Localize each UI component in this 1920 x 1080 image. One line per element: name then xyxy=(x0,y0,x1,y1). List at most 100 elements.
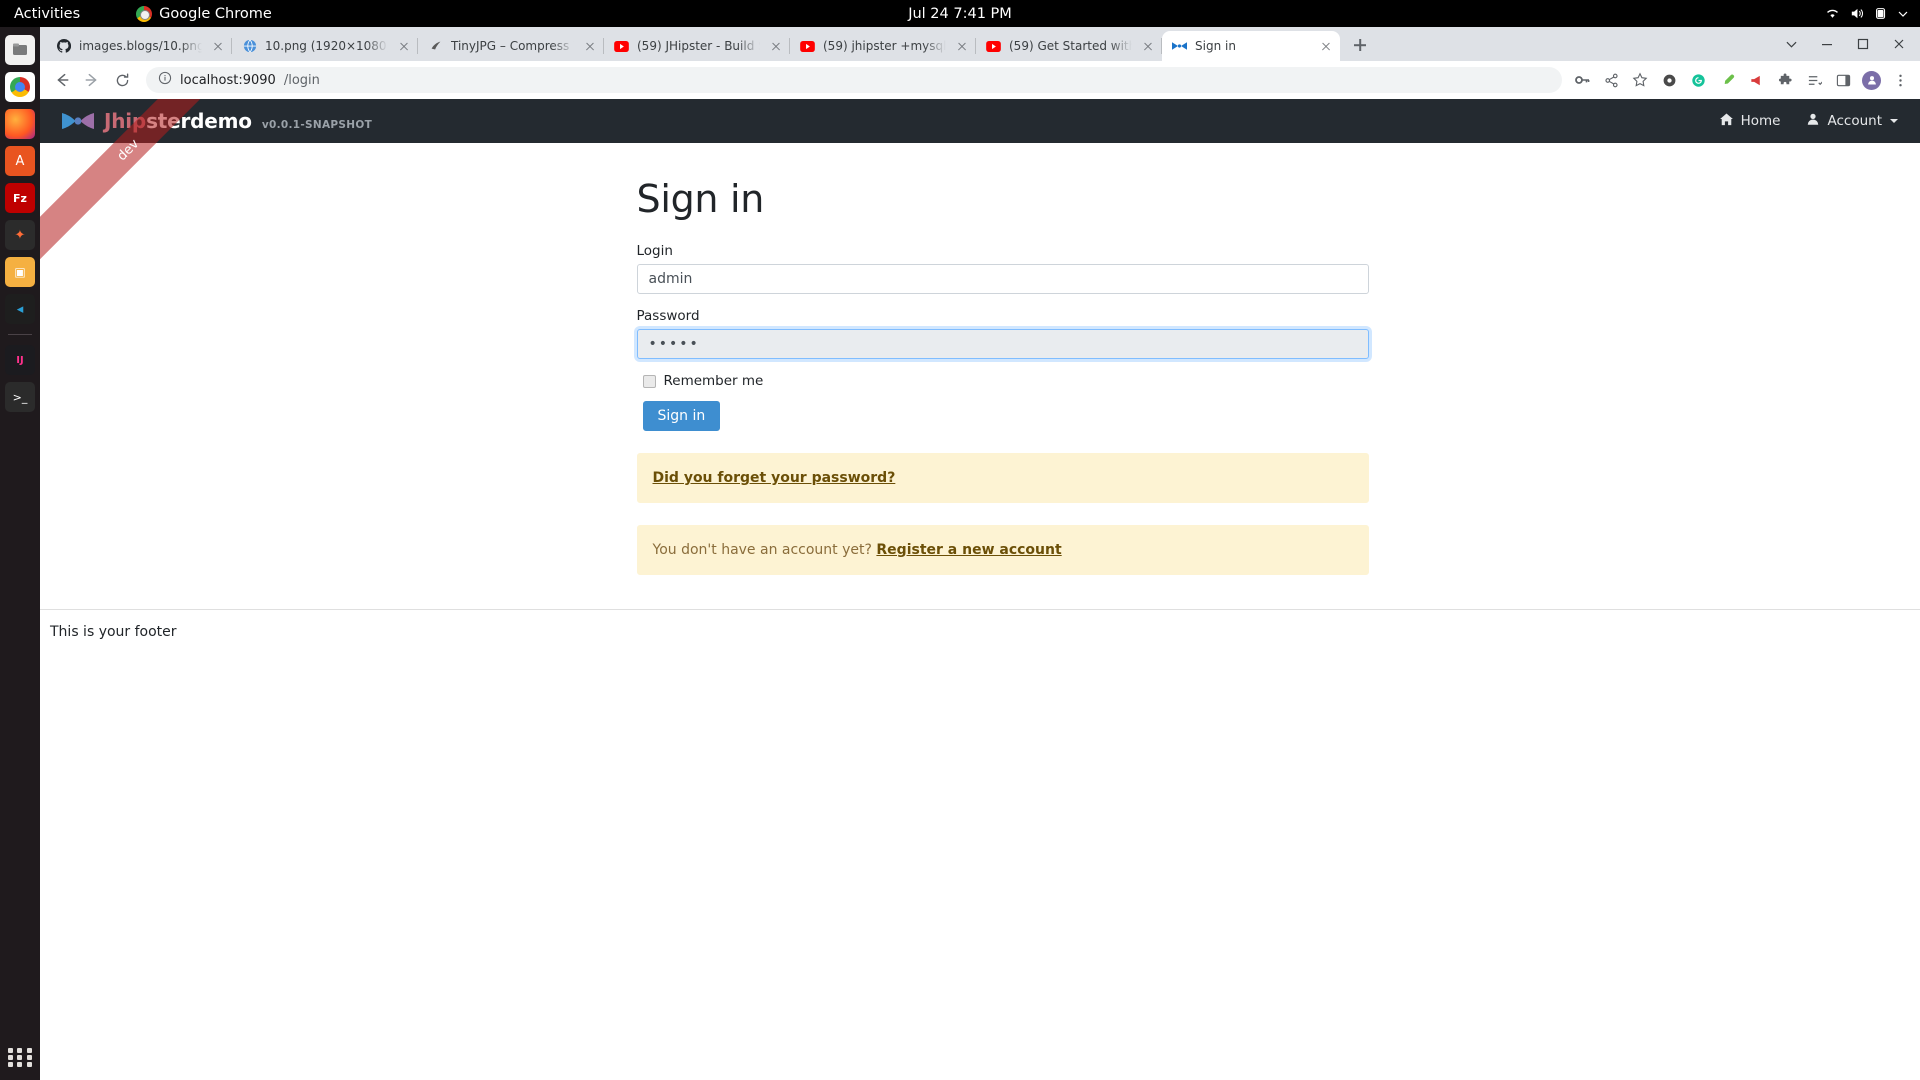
firefox-icon[interactable] xyxy=(5,109,35,139)
info-circle-icon[interactable] xyxy=(158,71,172,89)
forgot-password-alert: Did you forget your password? xyxy=(636,453,1369,503)
close-icon[interactable] xyxy=(582,38,598,54)
page-title: Sign in xyxy=(636,177,765,221)
browser-tab[interactable]: (59) jhipster +mysql - You xyxy=(790,31,976,61)
remember-me-row[interactable]: Remember me xyxy=(642,373,1369,389)
jhipster-bowtie-icon xyxy=(62,111,94,131)
grammarly-icon[interactable] xyxy=(1688,70,1708,90)
tab-title: (59) Get Started with JHi xyxy=(1009,39,1132,53)
extensions-puzzle-icon[interactable] xyxy=(1775,70,1795,90)
forward-button[interactable] xyxy=(78,66,106,94)
eyedropper-icon[interactable] xyxy=(1717,70,1737,90)
brand-prefix: Jhip xyxy=(104,109,147,133)
clock[interactable]: Jul 24 7:41 PM xyxy=(908,6,1012,22)
back-button[interactable] xyxy=(48,66,76,94)
page-viewport: Jhipsterdemo v0.0.1-SNAPSHOT Home Accoun… xyxy=(40,99,1920,1080)
close-button[interactable] xyxy=(1882,31,1916,57)
browser-tab[interactable]: (59) Get Started with JHi xyxy=(976,31,1162,61)
close-icon[interactable] xyxy=(954,38,970,54)
remember-me-checkbox[interactable] xyxy=(642,374,656,388)
page-footer: This is your footer xyxy=(50,624,177,640)
wifi-icon xyxy=(1825,6,1840,21)
content-container: Sign in Login Password Remember me Sign … xyxy=(248,177,1713,575)
youtube-icon xyxy=(800,39,815,54)
user-icon xyxy=(1806,112,1820,130)
tab-title: TinyJPG – Compress Web xyxy=(451,39,574,53)
browser-tab[interactable]: (59) JHipster - Build Secu xyxy=(604,31,790,61)
active-app-menu[interactable]: Google Chrome xyxy=(136,5,272,22)
brand-version: v0.0.1-SNAPSHOT xyxy=(261,119,373,131)
github-icon xyxy=(56,39,71,54)
tab-strip: images.blogs/10.png at 10.png (1920×1080… xyxy=(40,27,1920,61)
new-tab-button[interactable] xyxy=(1346,31,1374,59)
tab-title: (59) jhipster +mysql - You xyxy=(823,39,946,53)
sign-in-button[interactable]: Sign in xyxy=(642,401,721,431)
login-form: Sign in Login Password Remember me Sign … xyxy=(636,177,1369,575)
browser-tab[interactable]: TinyJPG – Compress Web xyxy=(418,31,604,61)
url-path: /login xyxy=(283,72,320,88)
megaphone-icon[interactable] xyxy=(1746,70,1766,90)
battery-icon xyxy=(1873,6,1889,21)
reload-button[interactable] xyxy=(108,66,136,94)
close-icon[interactable] xyxy=(768,38,784,54)
globe-icon xyxy=(242,39,257,54)
remember-me-label: Remember me xyxy=(663,373,764,389)
side-panel-icon[interactable] xyxy=(1833,70,1853,90)
system-tray[interactable] xyxy=(1825,6,1908,21)
browser-tab-active[interactable]: Sign in xyxy=(1162,31,1340,61)
ubuntu-software-icon[interactable]: A xyxy=(5,146,35,176)
bookmark-star-icon[interactable] xyxy=(1630,70,1650,90)
address-bar[interactable]: localhost:9090/login xyxy=(146,67,1562,93)
window-controls[interactable] xyxy=(1774,31,1916,57)
nav-item-home[interactable]: Home xyxy=(1719,112,1781,131)
login-input[interactable] xyxy=(636,264,1369,294)
close-icon[interactable] xyxy=(210,38,226,54)
show-applications-button[interactable] xyxy=(7,1044,33,1070)
browser-toolbar: localhost:9090/login xyxy=(40,61,1920,99)
nav-item-label: Home xyxy=(1740,113,1781,129)
login-label: Login xyxy=(636,243,673,259)
app-brand[interactable]: Jhipsterdemo v0.0.1-SNAPSHOT xyxy=(62,109,372,133)
activities-button[interactable]: Activities xyxy=(14,6,80,22)
files-icon[interactable] xyxy=(5,35,35,65)
register-link[interactable]: Register a new account xyxy=(876,542,1061,558)
chrome-menu-icon[interactable] xyxy=(1890,70,1910,90)
home-icon xyxy=(1719,112,1734,131)
tab-title: (59) JHipster - Build Secu xyxy=(637,39,760,53)
filezilla-icon[interactable]: Fz xyxy=(5,183,35,213)
maximize-button[interactable] xyxy=(1846,31,1880,57)
minimize-button[interactable] xyxy=(1810,31,1844,57)
image-viewer-icon[interactable]: ▣ xyxy=(5,257,35,287)
browser-tab[interactable]: 10.png (1920×1080) xyxy=(232,31,418,61)
password-input[interactable] xyxy=(636,329,1369,359)
close-icon[interactable] xyxy=(1318,38,1334,54)
forgot-password-link[interactable]: Did you forget your password? xyxy=(653,470,896,486)
reading-list-icon[interactable] xyxy=(1804,70,1824,90)
power-menu-icon[interactable] xyxy=(1898,9,1908,19)
chrome-icon[interactable] xyxy=(5,72,35,102)
terminal-icon[interactable]: >_ xyxy=(5,382,35,412)
intellij-icon[interactable]: IJ xyxy=(5,345,35,375)
youtube-icon xyxy=(614,39,629,54)
close-icon[interactable] xyxy=(1140,38,1156,54)
tinyjpg-icon xyxy=(428,39,443,54)
browser-tab[interactable]: images.blogs/10.png at xyxy=(46,31,232,61)
register-alert: You don't have an account yet? Register … xyxy=(636,525,1369,575)
url-host: localhost:9090 xyxy=(180,72,276,88)
ubuntu-dock[interactable]: A Fz ✦ ▣ ◂ IJ >_ xyxy=(0,27,40,1080)
password-key-icon[interactable] xyxy=(1572,70,1592,90)
share-icon[interactable] xyxy=(1601,70,1621,90)
navbar-links: Home Account xyxy=(1719,112,1898,131)
tab-search-icon[interactable] xyxy=(1774,31,1808,57)
volume-icon xyxy=(1849,6,1864,21)
profile-avatar-icon[interactable] xyxy=(1862,70,1881,90)
postman-icon[interactable]: ✦ xyxy=(5,220,35,250)
close-icon[interactable] xyxy=(396,38,412,54)
settings-gear-icon[interactable] xyxy=(1659,70,1679,90)
nav-item-account[interactable]: Account xyxy=(1806,112,1898,130)
tab-title: images.blogs/10.png at xyxy=(79,39,202,53)
tab-title: Sign in xyxy=(1195,39,1236,53)
page-content: Sign in Login Password Remember me Sign … xyxy=(40,143,1920,640)
vscode-icon[interactable]: ◂ xyxy=(5,294,35,324)
jhipster-icon xyxy=(1172,39,1187,54)
